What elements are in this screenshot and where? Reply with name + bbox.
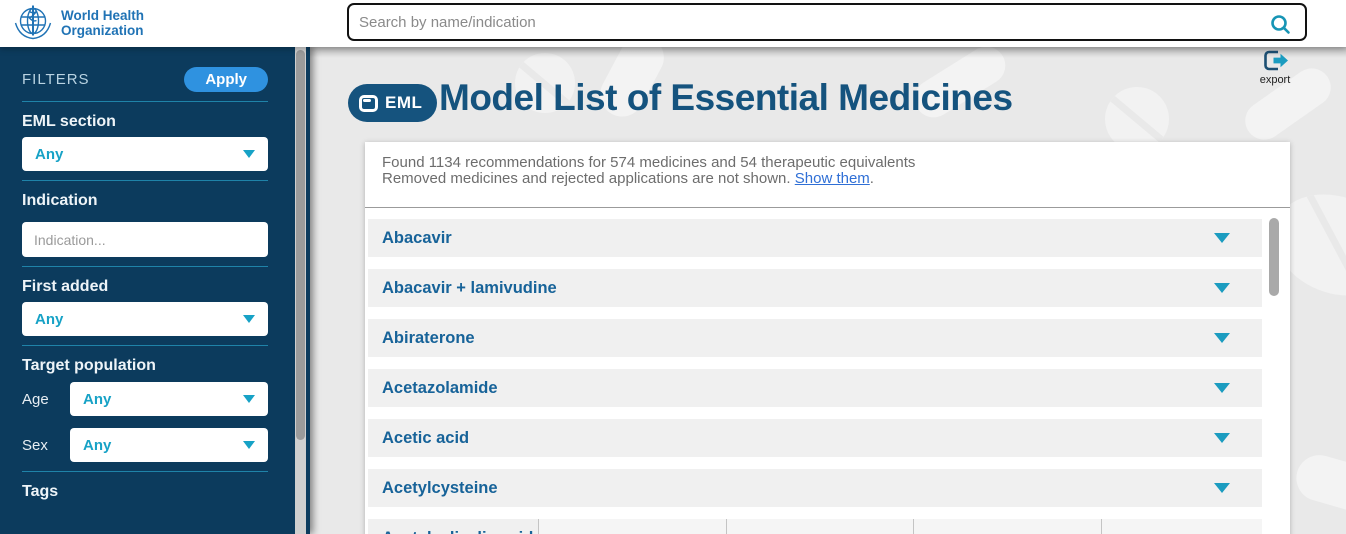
chevron-down-icon [243,315,255,323]
medicine-name: Abacavir + lamivudine [382,279,557,298]
export-label: export [1250,74,1300,86]
who-logo-line1: World Health [61,8,144,23]
export-icon [1261,49,1289,72]
results-summary: Found 1134 recommendations for 574 medic… [382,155,915,186]
search-input[interactable] [349,5,1305,39]
who-logo[interactable]: World Health Organization [12,2,144,44]
age-dropdown[interactable]: Any [70,382,268,416]
medicine-row[interactable]: Acetylcysteine [368,469,1262,507]
eml-badge: EML [348,84,437,122]
first-added-label: First added [22,278,268,296]
eml-section-label: EML section [22,113,268,131]
medicine-name: Acetylsalicylic acid [382,529,533,534]
filters-sidebar: FILTERS Apply EML section Any Indication… [0,47,310,534]
age-label: Age [22,391,70,408]
who-logo-line2: Organization [61,23,144,38]
medicine-row-partial[interactable]: Acetylsalicylic acid [368,519,1262,534]
watermark-capsule-icon [1291,450,1346,527]
tags-label: Tags [22,483,268,501]
app-window: World Health Organization FILTERS Apply … [0,0,1346,534]
target-population-label: Target population [22,357,268,375]
chevron-down-icon [1214,233,1230,243]
table-cell [1101,519,1262,534]
sex-label: Sex [22,437,70,454]
sex-value: Any [83,437,111,454]
eml-pill-icon [359,95,378,112]
export-button[interactable]: export [1250,49,1300,86]
first-added-value: Any [35,311,63,328]
eml-section-value: Any [35,146,63,163]
sidebar-scrollbar-thumb[interactable] [296,50,305,440]
eml-section-dropdown[interactable]: Any [22,137,268,171]
indication-label: Indication [22,192,268,210]
search-icon[interactable] [1269,13,1293,37]
sidebar-scrollbar[interactable] [295,47,306,534]
search-bar [347,3,1307,41]
medicine-name-cell: Acetylsalicylic acid [368,519,538,534]
chevron-down-icon [1214,433,1230,443]
apply-button[interactable]: Apply [184,67,268,92]
eml-badge-label: EML [385,93,422,113]
main-content: export EML Model List of Essential Medic… [310,47,1346,534]
table-cell [726,519,913,534]
medicine-row[interactable]: Abacavir [368,219,1262,257]
medicine-name: Abacavir [382,229,452,248]
top-header: World Health Organization [0,0,1346,47]
medicine-row[interactable]: Abacavir + lamivudine [368,269,1262,307]
indication-input[interactable] [22,222,268,257]
table-cell [913,519,1101,534]
chevron-down-icon [243,395,255,403]
who-emblem-icon [12,2,54,44]
show-them-link[interactable]: Show them [795,170,870,187]
summary-line2: Removed medicines and rejected applicati… [382,171,915,187]
age-value: Any [83,391,111,408]
list-divider [365,207,1290,208]
chevron-down-icon [1214,333,1230,343]
filters-title: FILTERS [22,71,90,88]
page-title: Model List of Essential Medicines [439,77,1013,119]
medicine-list: Abacavir Abacavir + lamivudine Abiraterone… [368,219,1262,534]
header-shadow [310,47,1346,58]
medicine-name: Acetazolamide [382,379,498,398]
sex-dropdown[interactable]: Any [70,428,268,462]
medicine-row[interactable]: Acetic acid [368,419,1262,457]
medicine-name: Acetylcysteine [382,479,498,498]
medicine-row[interactable]: Abiraterone [368,319,1262,357]
chevron-down-icon [243,441,255,449]
chevron-down-icon [1214,283,1230,293]
medicine-name: Abiraterone [382,329,475,348]
results-card: Found 1134 recommendations for 574 medic… [365,142,1290,534]
chevron-down-icon [1214,483,1230,493]
chevron-down-icon [1214,383,1230,393]
list-scrollbar-thumb[interactable] [1269,218,1279,296]
medicine-name: Acetic acid [382,429,469,448]
chevron-down-icon [243,150,255,158]
summary-line1: Found 1134 recommendations for 574 medic… [382,155,915,171]
medicine-row[interactable]: Acetazolamide [368,369,1262,407]
table-cell [538,519,726,534]
first-added-dropdown[interactable]: Any [22,302,268,336]
